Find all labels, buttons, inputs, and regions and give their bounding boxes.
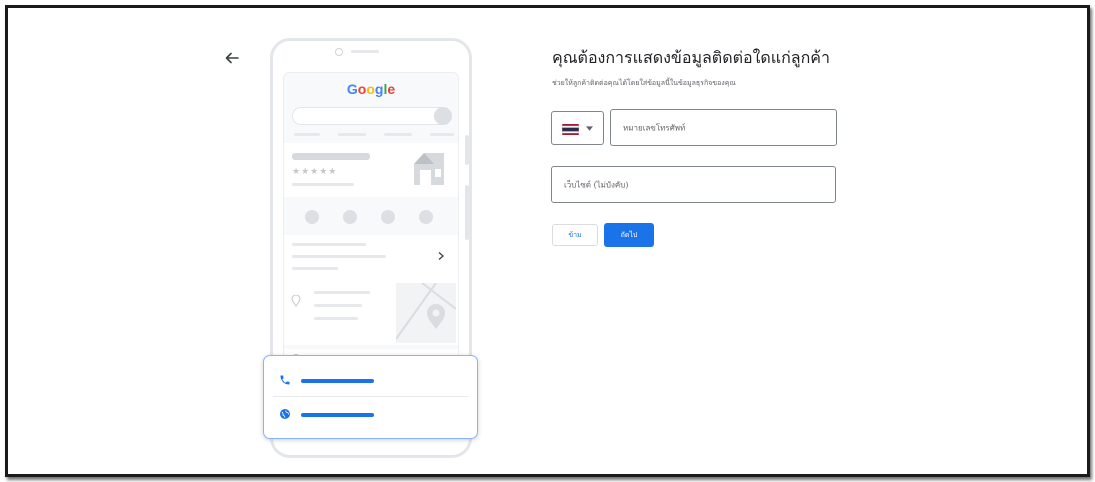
- nav-placeholder: [294, 133, 320, 136]
- call-action-icon: [305, 210, 319, 224]
- camera-icon: [335, 48, 343, 56]
- search-bar: [292, 107, 452, 125]
- text-placeholder: [292, 267, 338, 270]
- text-placeholder: [314, 317, 358, 320]
- phone-screen: Google ★★★★★: [283, 72, 459, 374]
- nav-placeholder: [338, 133, 366, 136]
- speaker-grille: [351, 50, 379, 53]
- phone-side-button: [465, 185, 469, 240]
- phone-number-placeholder-text: หมายเลขโทรศัพท์: [623, 123, 686, 132]
- skip-button[interactable]: ข้าม: [552, 224, 598, 246]
- website-placeholder: [301, 413, 374, 417]
- business-card: ★★★★★: [284, 143, 458, 197]
- storefront-icon: [414, 153, 444, 185]
- thailand-flag-icon: [562, 124, 579, 135]
- rating-stars: ★★★★★: [292, 167, 338, 177]
- search-icon: [434, 107, 452, 125]
- page-title: คุณต้องการแสดงข้อมูลติดต่อใดแก่ลูกค้า: [552, 48, 830, 67]
- divider: [273, 396, 468, 397]
- phone-side-button: [465, 135, 469, 165]
- window-frame: [5, 5, 1090, 477]
- text-placeholder: [292, 255, 386, 258]
- phone-number-field[interactable]: หมายเลขโทรศัพท์: [610, 109, 837, 146]
- contact-info-card: [263, 355, 478, 439]
- text-placeholder: [292, 243, 366, 246]
- back-button[interactable]: [219, 45, 245, 71]
- action-icons: [284, 203, 458, 231]
- phone-number-placeholder: [301, 379, 374, 383]
- share-action-icon: [419, 210, 433, 224]
- phone-icon: [280, 375, 290, 385]
- country-code-select[interactable]: [551, 111, 604, 145]
- business-name-placeholder: [292, 153, 370, 160]
- page-subtitle: ช่วยให้ลูกค้าติดต่อคุณได้โดยใส่ข้อมูลนี้…: [552, 79, 736, 87]
- map-thumbnail: [396, 283, 456, 343]
- dropdown-arrow-icon: [586, 126, 593, 131]
- text-placeholder: [314, 291, 370, 294]
- text-placeholder: [314, 304, 362, 307]
- globe-icon: [280, 409, 290, 419]
- save-action-icon: [381, 210, 395, 224]
- arrow-back-icon: [225, 52, 239, 64]
- address-section: [284, 279, 458, 345]
- nav-placeholder: [384, 133, 412, 136]
- next-button[interactable]: ถัดไป: [604, 223, 654, 247]
- nav-placeholder: [430, 133, 454, 136]
- website-placeholder-text: เว็บไซต์ (ไม่บังคับ): [564, 180, 629, 189]
- text-placeholder: [292, 183, 354, 186]
- directions-action-icon: [343, 210, 357, 224]
- website-field[interactable]: เว็บไซต์ (ไม่บังคับ): [551, 166, 836, 203]
- google-logo: Google: [346, 81, 396, 97]
- chevron-right-icon: [438, 252, 444, 260]
- location-pin-icon: [291, 295, 301, 307]
- info-section: [284, 235, 458, 279]
